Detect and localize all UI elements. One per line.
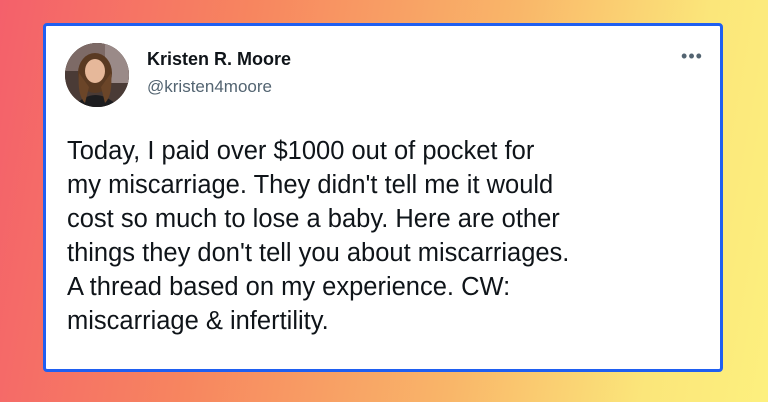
tweet-text: Today, I paid over $1000 out of pocket f… xyxy=(67,134,707,338)
author-handle[interactable]: @kristen4moore xyxy=(147,77,272,97)
tweet-text-line: my miscarriage. They didn't tell me it w… xyxy=(67,171,554,199)
tweet-text-line: A thread based on my experience. CW: xyxy=(67,273,511,301)
more-options-button[interactable]: ••• xyxy=(680,46,704,66)
tweet-card[interactable]: Kristen R. Moore @kristen4moore ••• Toda… xyxy=(43,23,723,372)
more-horizontal-icon: ••• xyxy=(681,46,703,66)
avatar[interactable] xyxy=(65,43,129,107)
avatar-photo xyxy=(65,43,129,107)
tweet-text-line: miscarriage & infertility. xyxy=(67,307,329,335)
tweet-text-line: Today, I paid over $1000 out of pocket f… xyxy=(67,137,535,165)
tweet-text-line: cost so much to lose a baby. Here are ot… xyxy=(67,205,560,233)
tweet-text-line: things they don't tell you about miscarr… xyxy=(67,239,570,267)
author-name[interactable]: Kristen R. Moore xyxy=(147,49,291,70)
